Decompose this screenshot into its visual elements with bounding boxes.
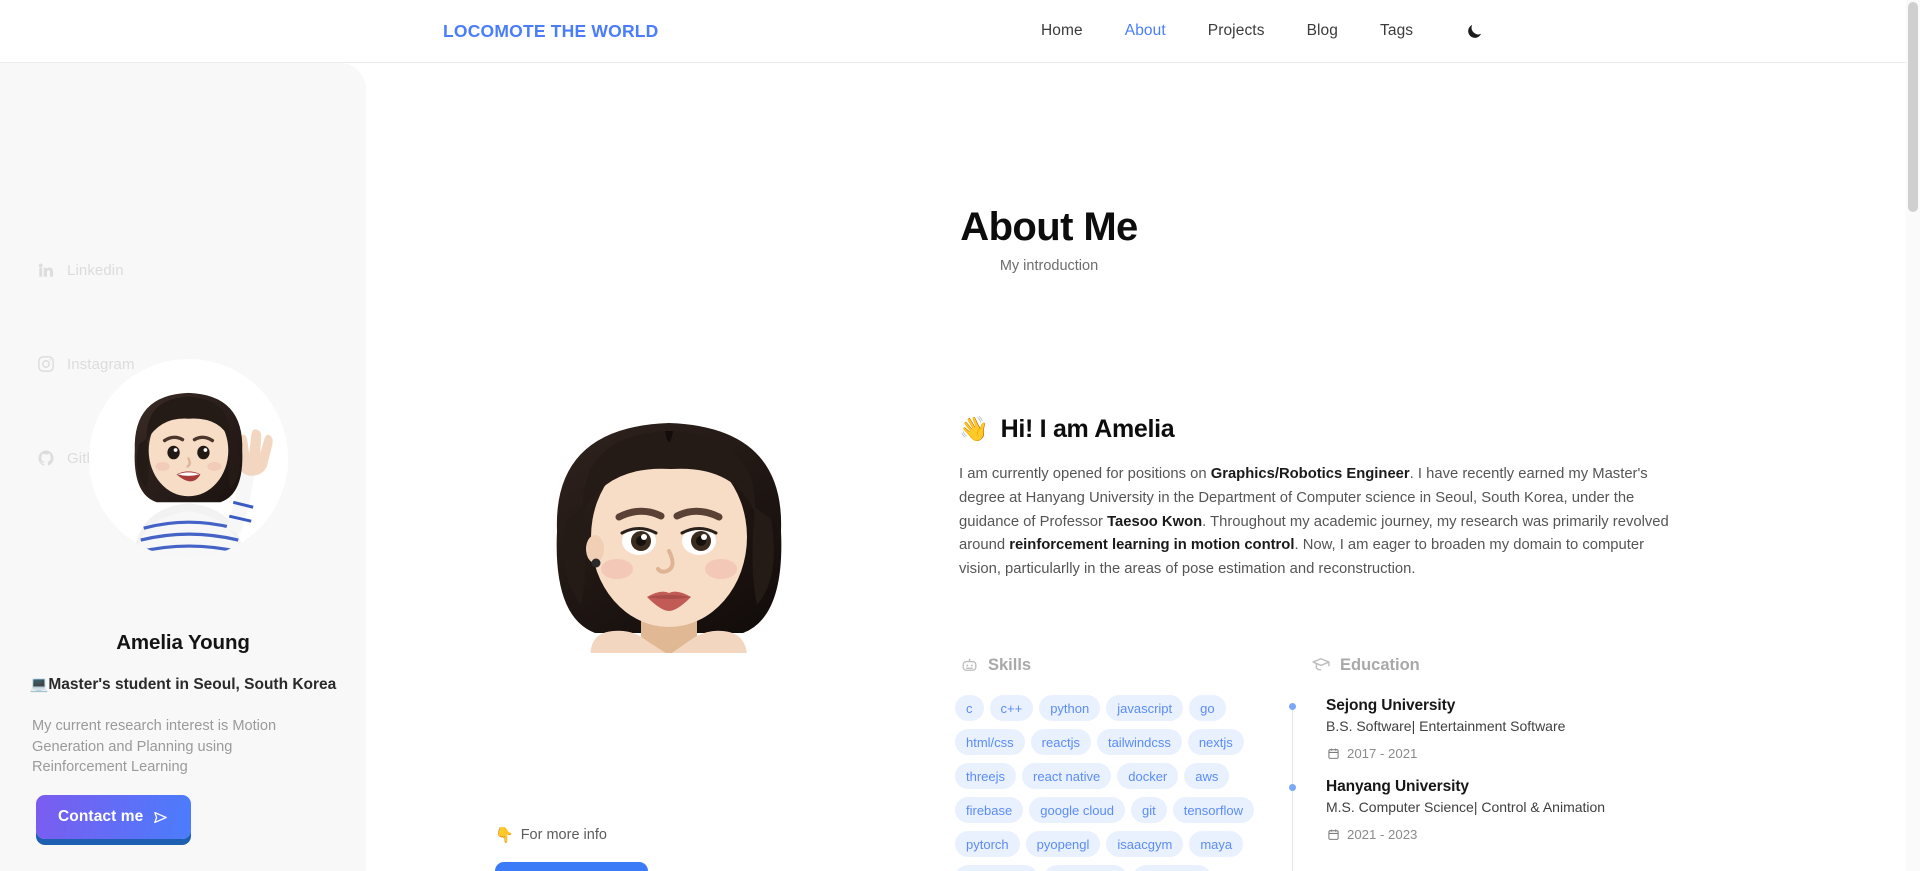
education-degree: B.S. Software| Entertainment Software [1326, 718, 1566, 734]
skill-tag[interactable]: html/css [955, 729, 1025, 755]
intro-heading: 👋 Hi! I am Amelia [959, 415, 1175, 444]
pointing-down-icon: 👇 [495, 827, 514, 844]
moon-icon[interactable] [1461, 18, 1487, 44]
skill-tag[interactable]: after effect [1043, 865, 1127, 871]
avatar [89, 359, 288, 558]
skill-tag[interactable]: reactjs [1030, 729, 1091, 755]
top-navigation-bar: LOCOMOTE THE WORLD Home About Projects B… [0, 0, 1906, 63]
skills-section-heading: Skills [959, 655, 1031, 675]
main-content: About Me My introduction 👇 For more info… [366, 63, 1906, 871]
skill-tag[interactable]: cinema4d [1132, 865, 1212, 871]
intro-paragraph: I am currently opened for positions on G… [959, 463, 1672, 582]
skills-heading-text: Skills [988, 655, 1032, 674]
page-subtitle: My introduction [999, 258, 1099, 274]
education-school: Hanyang University [1326, 778, 1469, 795]
timeline-dot [1289, 703, 1296, 710]
education-dates: 2017 - 2021 [1326, 746, 1722, 761]
download-cv-button[interactable]: Download CV [495, 862, 648, 871]
education-dates-text: 2017 - 2021 [1347, 746, 1418, 761]
intro-text: I am currently opened for positions on [959, 466, 1211, 482]
skill-tag[interactable]: google cloud [1029, 797, 1125, 823]
skill-tag[interactable]: c++ [989, 695, 1034, 721]
skill-tag[interactable]: nextjs [1187, 729, 1244, 755]
education-dates-text: 2021 - 2023 [1347, 827, 1418, 842]
skill-tag[interactable]: maya [1189, 831, 1244, 857]
more-info-label: 👇 For more info [495, 826, 607, 844]
page-title: About Me [960, 205, 1138, 249]
about-page: LOCOMOTE THE WORLD Home About Projects B… [0, 0, 1920, 871]
waving-hand-icon: 👋 [959, 416, 989, 443]
scrollbar-thumb[interactable] [1908, 2, 1918, 212]
contact-me-button[interactable]: Contact me [36, 795, 192, 839]
intro-heading-text: Hi! I am Amelia [1000, 415, 1175, 443]
education-item: Sejong University B.S. Software| Entertai… [1289, 697, 1722, 761]
nav-link-home[interactable]: Home [1020, 22, 1104, 40]
profile-bio: My current research interest is Motion G… [32, 718, 277, 775]
laptop-icon: 💻 [29, 676, 49, 693]
nav-link-tags[interactable]: Tags [1359, 22, 1434, 40]
skill-tag[interactable]: threejs [955, 763, 1017, 789]
site-brand-logo[interactable]: LOCOMOTE THE WORLD [443, 21, 659, 42]
profile-sidebar: Linkedin Instagram Githu [0, 63, 366, 871]
profile-role: 💻Master's student in Seoul, South Korea [0, 675, 366, 694]
nav-link-about[interactable]: About [1104, 22, 1187, 40]
skill-tag[interactable]: python [1039, 695, 1101, 721]
skill-tag[interactable]: firebase [955, 797, 1024, 823]
contact-button-label: Contact me [58, 808, 144, 825]
skill-tag[interactable]: pytorch [955, 831, 1020, 857]
skill-tag[interactable]: tensorflow [1172, 797, 1254, 823]
profile-name: Amelia Young [116, 631, 250, 654]
nav-link-blog[interactable]: Blog [1286, 22, 1359, 40]
contact-button-wrapper: Contact me [36, 795, 192, 839]
timeline-dot [1289, 784, 1296, 791]
skill-tag[interactable]: go [1189, 695, 1226, 721]
education-item: Hanyang University M.S. Computer Science|… [1289, 778, 1722, 842]
education-degree: M.S. Computer Science| Control & Animati… [1326, 799, 1606, 815]
intro-highlight: Graphics/Robotics Engineer [1210, 466, 1410, 482]
linkedin-icon [36, 261, 55, 280]
social-link-label: Instagram [67, 355, 135, 373]
education-heading-text: Education [1340, 655, 1420, 674]
skill-tag[interactable]: c [955, 695, 984, 721]
skill-tag[interactable]: photoshop [955, 865, 1038, 871]
calendar-icon [1326, 828, 1340, 842]
github-icon [36, 449, 55, 468]
social-link-label: Linkedin [67, 261, 124, 279]
nav-links: Home About Projects Blog Tags [1020, 18, 1487, 44]
robot-icon [959, 655, 979, 675]
send-icon [152, 809, 169, 826]
calendar-icon [1326, 747, 1340, 761]
nav-link-projects[interactable]: Projects [1187, 22, 1286, 40]
skill-tag[interactable]: tailwindcss [1096, 729, 1182, 755]
skill-tag[interactable]: docker [1117, 763, 1179, 789]
skill-tag[interactable]: pyopengl [1025, 831, 1101, 857]
skill-tag[interactable]: react native [1022, 763, 1112, 789]
graduation-cap-icon [1311, 655, 1331, 675]
instagram-icon [36, 355, 55, 374]
skills-tag-list: c c++ python javascript go html/css reactjs tai… [955, 695, 1295, 871]
skill-tag[interactable]: javascript [1106, 695, 1184, 721]
intro-highlight: Taesoo Kwon [1107, 513, 1203, 530]
more-info-text: For more info [520, 827, 607, 843]
education-timeline: Sejong University B.S. Software| Entertai… [1289, 697, 1722, 871]
skill-tag[interactable]: isaacgym [1106, 831, 1184, 857]
education-school: Sejong University [1326, 697, 1456, 714]
page-scrollbar[interactable] [1906, 0, 1920, 871]
profile-role-text: Master's student in Seoul, South Korea [48, 676, 337, 693]
intro-highlight: reinforcement learning in motion control [1009, 537, 1295, 554]
education-dates: 2021 - 2023 [1326, 827, 1722, 842]
education-section-heading: Education [1311, 655, 1420, 675]
social-link-linkedin[interactable]: Linkedin [36, 223, 135, 317]
skill-tag[interactable]: aws [1184, 763, 1230, 789]
skill-tag[interactable]: git [1130, 797, 1167, 823]
hero-memoji-image [495, 363, 843, 653]
